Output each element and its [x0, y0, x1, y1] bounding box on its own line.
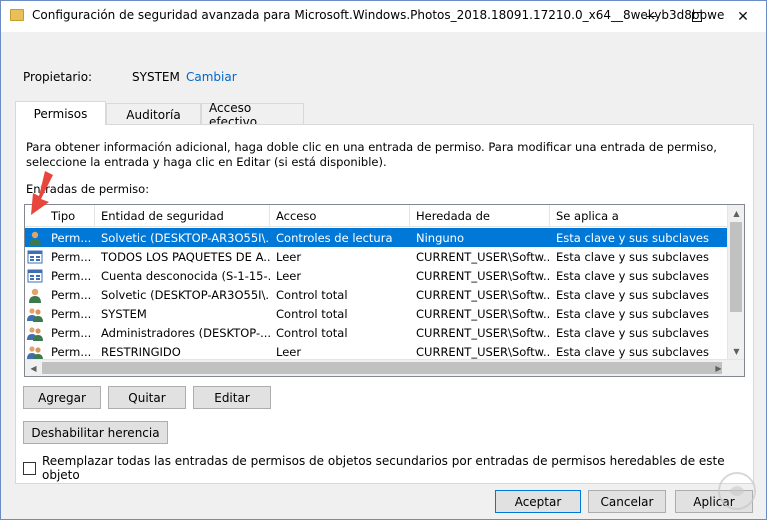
row-applies: Esta clave y sus subclaves	[556, 325, 709, 340]
owner-label: Propietario:	[23, 70, 93, 84]
row-entity: TODOS LOS PAQUETES DE A...	[101, 249, 270, 264]
minimize-icon	[646, 16, 656, 17]
tab-permisos[interactable]: Permisos	[15, 101, 106, 125]
row-entity: Administradores (DESKTOP-...	[101, 325, 270, 340]
row-access: Controles de lectura	[276, 230, 393, 245]
row-inherited: CURRENT_USER\Softw...	[416, 306, 550, 321]
row-entity: SYSTEM	[101, 306, 147, 321]
row-type: Perm...	[51, 230, 92, 245]
scroll-right-icon[interactable]: ▶	[710, 360, 727, 376]
column-header-entidad[interactable]: Entidad de seguridad	[95, 205, 270, 227]
list-header: Tipo Entidad de seguridad Acceso Heredad…	[25, 205, 731, 227]
cancel-button[interactable]: Cancelar	[588, 490, 666, 513]
scroll-up-icon[interactable]: ▲	[728, 205, 744, 222]
app-package-icon	[25, 268, 45, 284]
row-access: Leer	[276, 268, 302, 283]
row-inherited: CURRENT_USER\Softw...	[416, 287, 550, 302]
table-row[interactable]: Perm... Solvetic (DESKTOP-AR3O55I\... Cont…	[25, 285, 727, 304]
edit-button[interactable]: Editar	[193, 386, 271, 409]
permission-entries-list[interactable]: Tipo Entidad de seguridad Acceso Heredad…	[24, 204, 745, 377]
row-access: Leer	[276, 249, 302, 264]
row-entity: Solvetic (DESKTOP-AR3O55I\...	[101, 230, 270, 245]
column-header-aplica[interactable]: Se aplica a	[550, 205, 731, 227]
change-owner-link[interactable]: Cambiar	[186, 70, 237, 84]
row-type: Perm...	[51, 268, 92, 283]
minimize-button[interactable]	[628, 1, 674, 32]
tab-auditoria[interactable]: Auditoría	[106, 103, 201, 125]
row-applies: Esta clave y sus subclaves	[556, 230, 709, 245]
tab-bar: Permisos Auditoría Acceso efectivo	[15, 101, 304, 129]
row-entity: Solvetic (DESKTOP-AR3O55I\...	[101, 287, 270, 302]
watermark-logo-icon	[718, 472, 756, 510]
vertical-scrollbar[interactable]: ▲ ▼	[727, 205, 744, 360]
table-row[interactable]: Perm... Cuenta desconocida (S-1-15-... Lee…	[25, 266, 727, 285]
table-row[interactable]: Perm... SYSTEM Control total CURRENT_USER\S…	[25, 304, 727, 323]
add-button[interactable]: Agregar	[23, 386, 101, 409]
annotation-arrow-icon	[31, 171, 53, 215]
close-button[interactable]: ✕	[720, 1, 766, 32]
replace-child-permissions-label: Reemplazar todas las entradas de permiso…	[42, 454, 725, 482]
info-text: Para obtener información adicional, haga…	[26, 140, 717, 169]
row-inherited: CURRENT_USER\Softw...	[416, 249, 550, 264]
group-icon	[25, 344, 45, 360]
row-access: Control total	[276, 287, 348, 302]
row-access: Control total	[276, 325, 348, 340]
user-icon	[25, 287, 45, 303]
row-applies: Esta clave y sus subclaves	[556, 268, 709, 283]
horizontal-scrollbar[interactable]: ◀ ▶	[25, 359, 744, 376]
owner-value: SYSTEM	[132, 70, 180, 84]
row-inherited: CURRENT_USER\Softw...	[416, 268, 550, 283]
row-access: Leer	[276, 344, 302, 359]
row-inherited: Ninguno	[416, 230, 464, 245]
disable-inheritance-button[interactable]: Deshabilitar herencia	[23, 421, 168, 444]
table-row[interactable]: Perm... Administradores (DESKTOP-... Contr…	[25, 323, 727, 342]
row-entity: Cuenta desconocida (S-1-15-...	[101, 268, 270, 283]
window-title: Configuración de seguridad avanzada para…	[32, 8, 725, 22]
row-type: Perm...	[51, 325, 92, 340]
row-type: Perm...	[51, 306, 92, 321]
horizontal-scroll-thumb[interactable]	[42, 362, 722, 374]
tab-acceso-efectivo[interactable]: Acceso efectivo	[201, 101, 304, 129]
row-applies: Esta clave y sus subclaves	[556, 287, 709, 302]
security-dialog: Configuración de seguridad avanzada para…	[0, 0, 767, 520]
row-entity: RESTRINGIDO	[101, 344, 181, 359]
close-icon: ✕	[737, 8, 749, 25]
vertical-scroll-thumb[interactable]	[730, 222, 742, 312]
table-row[interactable]: Perm... Solvetic (DESKTOP-AR3O55I\... Cont…	[25, 228, 727, 247]
row-access: Control total	[276, 306, 348, 321]
app-package-icon	[25, 249, 45, 265]
list-rows: Perm... Solvetic (DESKTOP-AR3O55I\... Cont…	[25, 228, 727, 361]
column-header-acceso[interactable]: Acceso	[270, 205, 410, 227]
group-icon	[25, 306, 45, 322]
row-type: Perm...	[51, 249, 92, 264]
scroll-down-icon[interactable]: ▼	[728, 343, 744, 360]
maximize-button[interactable]	[674, 1, 720, 32]
row-applies: Esta clave y sus subclaves	[556, 306, 709, 321]
title-bar: Configuración de seguridad avanzada para…	[1, 1, 766, 32]
row-inherited: CURRENT_USER\Softw...	[416, 325, 550, 340]
row-type: Perm...	[51, 344, 92, 359]
group-icon	[25, 325, 45, 341]
row-type: Perm...	[51, 287, 92, 302]
user-icon	[25, 230, 45, 246]
scroll-left-icon[interactable]: ◀	[25, 360, 42, 376]
folder-icon	[10, 9, 24, 21]
maximize-icon	[692, 11, 702, 22]
row-applies: Esta clave y sus subclaves	[556, 249, 709, 264]
replace-child-permissions-checkbox[interactable]	[23, 461, 36, 475]
column-header-heredada[interactable]: Heredada de	[410, 205, 550, 227]
row-inherited: CURRENT_USER\Softw...	[416, 344, 550, 359]
table-row[interactable]: Perm... TODOS LOS PAQUETES DE A... Leer CUR…	[25, 247, 727, 266]
remove-button[interactable]: Quitar	[108, 386, 186, 409]
ok-button[interactable]: Aceptar	[495, 490, 581, 513]
row-applies: Esta clave y sus subclaves	[556, 344, 709, 359]
replace-child-permissions-row[interactable]: Reemplazar todas las entradas de permiso…	[23, 454, 766, 482]
